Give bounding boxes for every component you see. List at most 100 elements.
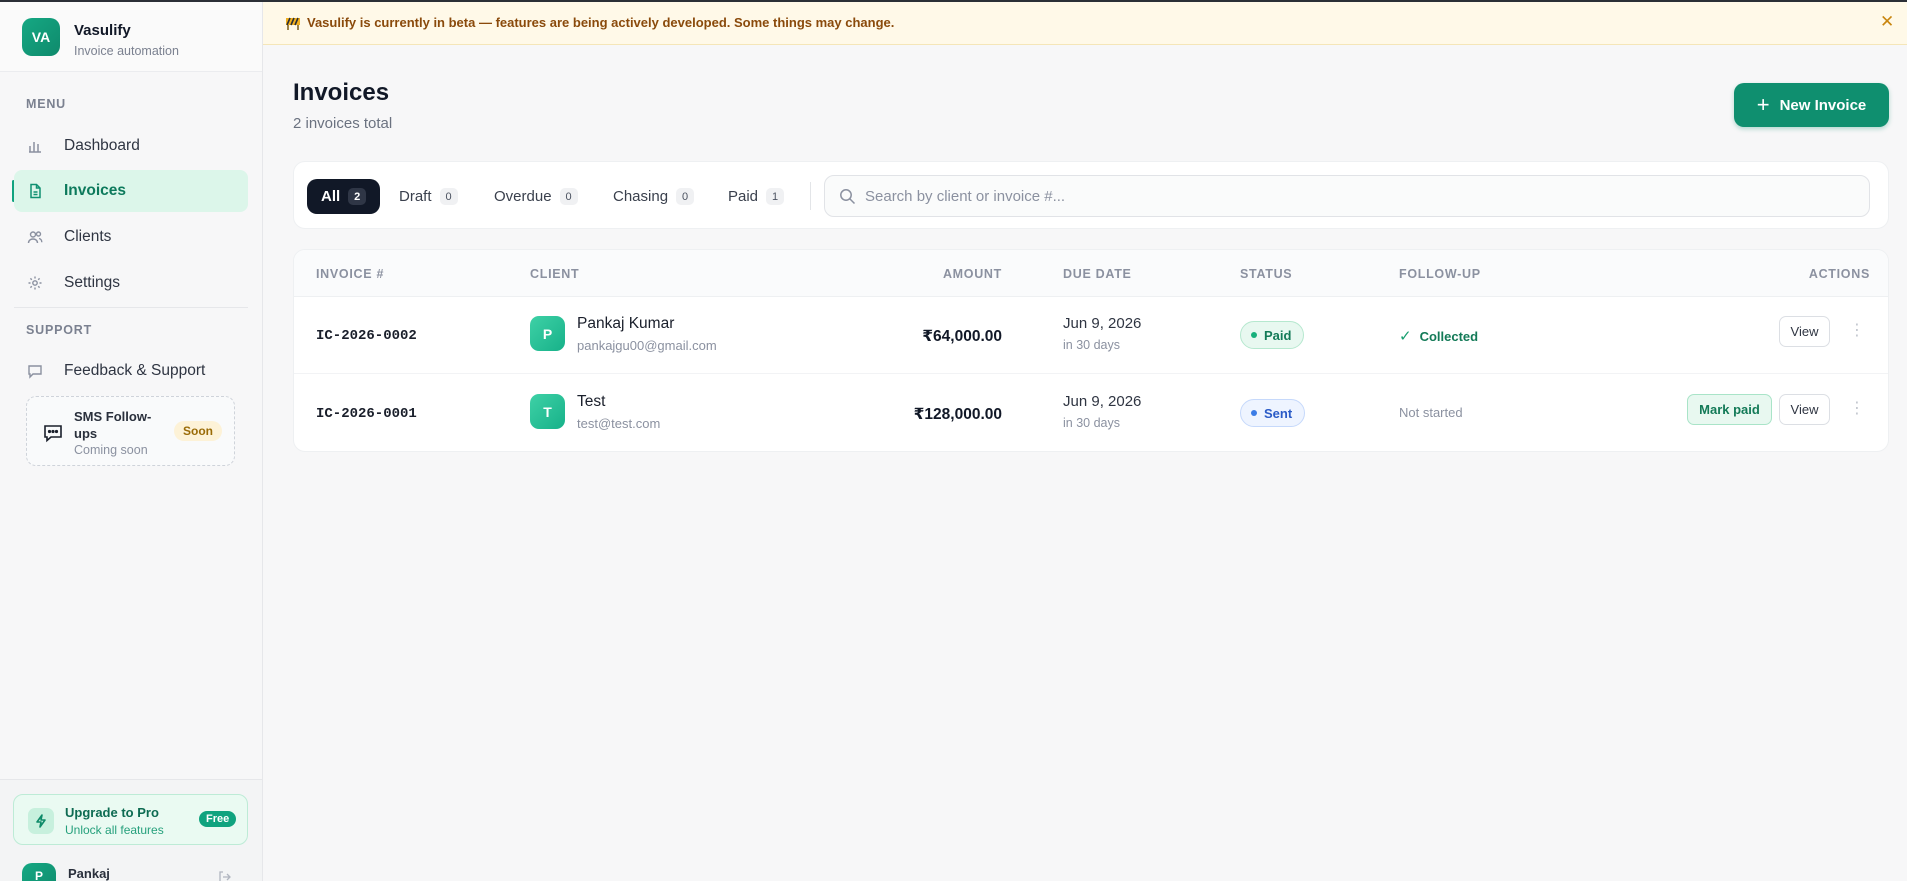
sidebar-item-settings[interactable]: Settings xyxy=(14,262,248,304)
tab-label: Paid xyxy=(728,188,759,205)
logout-icon[interactable] xyxy=(218,870,232,881)
sms-followups-title: SMS Follow-ups xyxy=(74,409,152,441)
page-title: Invoices xyxy=(293,79,390,106)
invoices-table: INVOICE # CLIENT AMOUNT DUE DATE STATUS … xyxy=(293,249,1889,452)
column-header-due-date: DUE DATE xyxy=(1063,267,1132,281)
user-name: Pankaj xyxy=(68,866,110,881)
message-icon xyxy=(26,362,44,380)
tab-overdue[interactable]: Overdue 0 xyxy=(480,179,592,214)
filter-divider xyxy=(810,182,811,210)
table-row[interactable]: IC-2026-0001 T Test test@test.com ₹128,0… xyxy=(294,375,1888,451)
status-dot xyxy=(1251,410,1257,416)
search-icon xyxy=(839,188,856,205)
beta-banner: Vasulify is currently in beta — features… xyxy=(263,2,1907,45)
client-avatar: T xyxy=(530,394,565,429)
lightning-icon xyxy=(28,808,54,834)
more-options-icon[interactable]: ⋮ xyxy=(1849,398,1865,420)
sidebar-item-invoices[interactable]: Invoices xyxy=(14,170,248,212)
view-button[interactable]: View xyxy=(1779,394,1830,425)
gear-icon xyxy=(26,274,44,292)
avatar[interactable]: P xyxy=(22,863,56,881)
status-label: Paid xyxy=(1264,327,1292,343)
sidebar-divider xyxy=(14,307,248,308)
column-header-follow-up: FOLLOW-UP xyxy=(1399,267,1481,281)
new-invoice-button[interactable]: + New Invoice xyxy=(1734,83,1889,127)
upgrade-to-pro-button[interactable]: Upgrade to Pro Unlock all features Free xyxy=(13,794,248,845)
table-row[interactable]: IC-2026-0002 P Pankaj Kumar pankajgu00@g… xyxy=(294,297,1888,374)
status-label: Sent xyxy=(1264,405,1293,421)
brand-header[interactable]: VA Vasulify Invoice automation xyxy=(0,2,262,72)
view-button[interactable]: View xyxy=(1779,316,1830,347)
new-invoice-label: New Invoice xyxy=(1779,96,1867,114)
upgrade-subtitle: Unlock all features xyxy=(65,823,164,837)
due-date: Jun 9, 2026 xyxy=(1063,393,1142,410)
tab-draft[interactable]: Draft 0 xyxy=(385,179,472,214)
due-relative: in 30 days xyxy=(1063,338,1120,352)
sms-followups-card: SMS Follow-ups Coming soon Soon xyxy=(26,396,235,466)
invoice-number[interactable]: IC-2026-0002 xyxy=(316,328,417,344)
tab-count: 0 xyxy=(439,188,458,205)
chat-bubble-icon xyxy=(42,422,64,444)
filter-bar: All 2 Draft 0 Overdue 0 Chasing 0 Paid 1 xyxy=(293,161,1889,229)
banner-text: Vasulify is currently in beta — features… xyxy=(307,15,895,30)
due-date: Jun 9, 2026 xyxy=(1063,315,1142,332)
sidebar-item-dashboard[interactable]: Dashboard xyxy=(14,125,248,167)
sidebar-item-label: Settings xyxy=(64,274,121,291)
client-name: Pankaj Kumar xyxy=(577,315,675,332)
table-header: INVOICE # CLIENT AMOUNT DUE DATE STATUS … xyxy=(294,250,1888,297)
tab-count: 0 xyxy=(559,188,578,205)
column-header-client: CLIENT xyxy=(530,267,580,281)
tab-paid[interactable]: Paid 1 xyxy=(714,179,798,214)
tab-count: 1 xyxy=(766,188,785,205)
search-input[interactable] xyxy=(865,176,1855,216)
tab-label: Draft xyxy=(399,188,432,205)
tab-count: 0 xyxy=(676,188,695,205)
more-options-icon[interactable]: ⋮ xyxy=(1849,320,1865,342)
invoice-number[interactable]: IC-2026-0001 xyxy=(316,406,417,422)
sidebar-item-label: Feedback & Support xyxy=(64,362,206,379)
status-dot xyxy=(1251,332,1257,338)
sidebar-item-label: Invoices xyxy=(64,182,127,199)
plus-icon: + xyxy=(1756,92,1770,117)
brand-name: Vasulify xyxy=(74,22,131,39)
window-top-edge xyxy=(0,0,1907,2)
tab-chasing[interactable]: Chasing 0 xyxy=(599,179,708,214)
page-subtitle: 2 invoices total xyxy=(293,115,393,132)
close-icon[interactable]: ✕ xyxy=(1880,12,1894,32)
client-email: test@test.com xyxy=(577,416,661,431)
client-name: Test xyxy=(577,393,606,410)
sidebar: VA Vasulify Invoice automation MENU Dash… xyxy=(0,0,263,881)
users-icon xyxy=(26,228,44,246)
mark-paid-button[interactable]: Mark paid xyxy=(1687,394,1772,425)
tab-label: All xyxy=(321,188,341,205)
sidebar-item-clients[interactable]: Clients xyxy=(14,216,248,258)
sms-followups-subtitle: Coming soon xyxy=(74,443,148,457)
sidebar-item-label: Clients xyxy=(64,228,112,245)
due-relative: in 30 days xyxy=(1063,416,1120,430)
brand-subtitle: Invoice automation xyxy=(74,44,179,58)
tab-count: 2 xyxy=(348,188,367,205)
sidebar-item-feedback[interactable]: Feedback & Support xyxy=(14,350,248,392)
tab-label: Chasing xyxy=(613,188,669,205)
tab-all[interactable]: All 2 xyxy=(307,179,381,214)
column-header-actions: ACTIONS xyxy=(1808,267,1870,281)
sidebar-item-label: Dashboard xyxy=(64,137,140,154)
bar-chart-icon xyxy=(26,137,44,155)
check-icon: ✓ xyxy=(1399,328,1412,345)
search-box xyxy=(824,175,1870,217)
tab-label: Overdue xyxy=(494,188,552,205)
document-icon xyxy=(26,182,44,200)
column-header-amount: AMOUNT xyxy=(942,267,1002,281)
plan-badge: Free xyxy=(199,811,237,827)
soon-badge: Soon xyxy=(174,421,222,441)
construction-icon xyxy=(285,15,301,31)
invoice-amount: ₹64,000.00 xyxy=(922,328,1002,345)
column-header-invoice: INVOICE # xyxy=(316,267,385,281)
upgrade-title: Upgrade to Pro xyxy=(65,805,159,820)
menu-section-label: MENU xyxy=(26,97,67,111)
client-email: pankajgu00@gmail.com xyxy=(577,338,717,353)
client-avatar: P xyxy=(530,316,565,351)
support-section-label: SUPPORT xyxy=(26,323,93,337)
column-header-status: STATUS xyxy=(1240,267,1293,281)
brand-logo: VA xyxy=(22,18,60,56)
